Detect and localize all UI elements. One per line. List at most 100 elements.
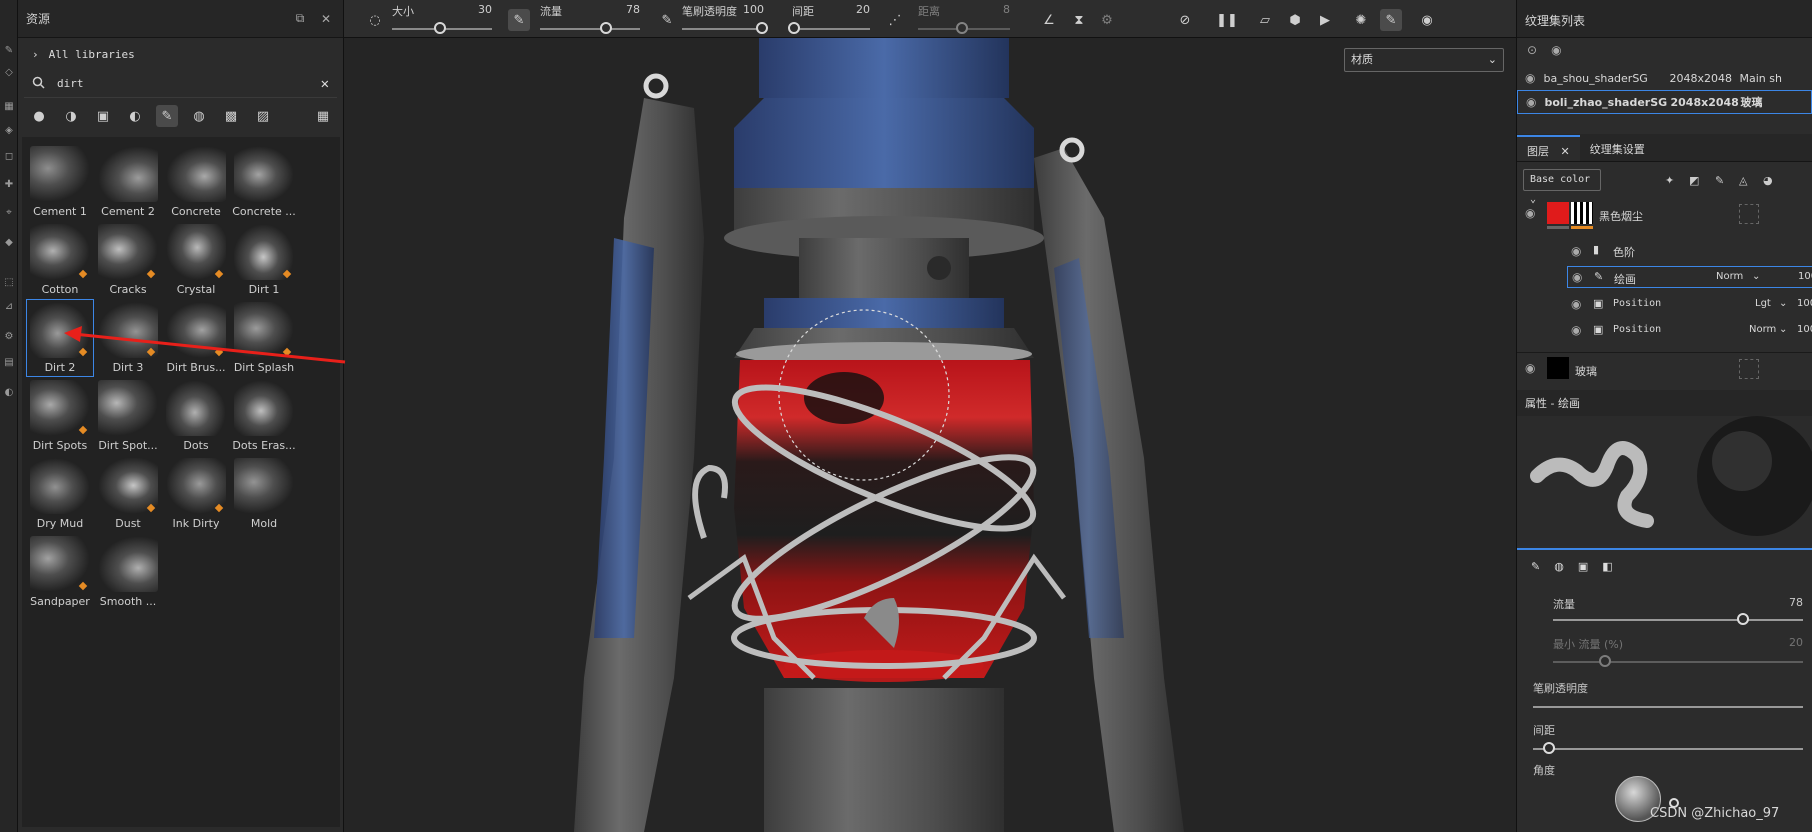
size-knob[interactable] [434, 22, 446, 34]
add-paint-layer-icon[interactable]: ✎ [1715, 174, 1724, 187]
misc-tool-icon[interactable]: ◐ [2, 386, 16, 400]
brush-item[interactable]: Cement 2 [94, 143, 162, 221]
eye-icon[interactable]: ◉ [1526, 95, 1536, 109]
brush-item[interactable]: Dirt Spot... [94, 377, 162, 455]
layer-opacity[interactable]: 100 [1797, 324, 1812, 335]
prop-min-flow-slider[interactable]: 最小 流量 (%) 20 [1553, 636, 1803, 667]
filter-texture-icon[interactable]: ▩ [220, 105, 242, 127]
texture-set-row[interactable]: ◉ ba_shou_shaderSG 2048x2048 Main sh [1517, 66, 1812, 90]
add-fill-layer-icon[interactable]: ◬ [1739, 174, 1747, 187]
brush-item[interactable]: Concrete ... [230, 143, 298, 221]
eye-icon[interactable]: ◉ [1551, 43, 1561, 57]
grid-view-icon[interactable]: ▦ [312, 105, 334, 127]
library-selector[interactable]: › All libraries [18, 38, 343, 70]
layer-opacity[interactable]: 100 [1797, 298, 1812, 309]
brush-item[interactable]: Dust [94, 455, 162, 533]
filter-environment-icon[interactable]: ▨ [252, 105, 274, 127]
pause-icon[interactable]: ❚❚ [1216, 9, 1238, 31]
tab-layers[interactable]: 图层 ✕ [1517, 135, 1580, 161]
video-camera-icon[interactable]: ▶ [1314, 9, 1336, 31]
prop-spacing-slider[interactable]: 间距 [1533, 722, 1803, 754]
clear-search-icon[interactable]: ✕ [321, 76, 329, 92]
symmetry-icon[interactable]: ⧗ [1068, 9, 1090, 31]
brush-item[interactable]: Crystal [162, 221, 230, 299]
bake-tool-icon[interactable]: ⚙ [2, 330, 16, 344]
smudge-tool-icon[interactable]: ◻ [2, 150, 16, 164]
lazy-mouse-icon[interactable]: ⋰ [884, 9, 906, 31]
screenshot-camera-icon[interactable]: ◉ [1416, 9, 1438, 31]
sublayer-visibility-icon[interactable]: ◉ [1571, 244, 1581, 258]
flow-knob[interactable] [600, 22, 612, 34]
camera-view-icon[interactable]: ▱ [1254, 9, 1276, 31]
flow-slider[interactable]: 流量 78 [540, 0, 640, 38]
brush-item[interactable]: Dry Mud [26, 455, 94, 533]
opacity-knob[interactable] [756, 22, 768, 34]
hide-ui-icon[interactable]: ⊘ [1174, 9, 1196, 31]
layer-opacity[interactable]: 100 [1798, 271, 1812, 282]
filter-smart-mask-icon[interactable]: ◐ [124, 105, 146, 127]
projection-tool-icon[interactable]: ▦ [2, 100, 16, 114]
brush-item[interactable]: Cement 1 [26, 143, 94, 221]
eye-icon[interactable]: ◉ [1525, 71, 1535, 85]
sublayer-position-1[interactable]: ◉ ▣ Position Lgt ⌄ 100 [1517, 294, 1812, 316]
eraser-tool-icon[interactable]: ◇ [2, 66, 16, 80]
iray-render-icon[interactable]: ✺ [1350, 9, 1372, 31]
spacing-slider[interactable]: 间距 20 [788, 0, 870, 38]
3d-viewport[interactable]: 材质 ⌄ [344, 38, 1516, 832]
search-bar[interactable]: dirt ✕ [24, 70, 337, 98]
magic-wand-icon[interactable]: ✦ [1665, 174, 1674, 187]
blend-mode[interactable]: Norm [1716, 271, 1743, 282]
prop-min-flow-knob[interactable] [1599, 655, 1611, 667]
add-effect-icon[interactable]: ◕ [1763, 174, 1773, 187]
cube-icon[interactable]: ⬢ [1284, 9, 1306, 31]
brush-tab-icon[interactable]: ✎ [1531, 560, 1540, 573]
close-tab-icon[interactable]: ✕ [1561, 145, 1570, 158]
filter-material-icon[interactable]: ● [28, 105, 50, 127]
close-icon[interactable]: ✕ [317, 12, 335, 26]
brush-item[interactable]: Dirt Spots [26, 377, 94, 455]
layer-visibility-icon[interactable]: ◉ [1525, 361, 1535, 375]
stencil-tab-icon[interactable]: ▣ [1578, 560, 1588, 573]
prop-opacity-slider[interactable]: 笔刷透明度 [1533, 680, 1803, 710]
size-slider[interactable]: 大小 30 [392, 0, 492, 38]
eye-settings-icon[interactable]: ⊙ [1527, 43, 1537, 57]
texture-set-row[interactable]: ◉ boli_zhao_shaderSG 2048x2048 玻璃 [1517, 90, 1812, 114]
undock-icon[interactable]: ⧉ [291, 11, 309, 26]
geometry-tool-icon[interactable]: ◈ [2, 124, 16, 138]
sublayer-position-2[interactable]: ◉ ▣ Position Norm ⌄ 100 [1517, 320, 1812, 342]
filter-brush-icon[interactable]: ✎ [156, 105, 178, 127]
sublayer-visibility-icon[interactable]: ◉ [1571, 323, 1581, 337]
angle-icon[interactable]: ∠ [1038, 9, 1060, 31]
brush-item[interactable]: Dots Eras... [230, 377, 298, 455]
material-tab-icon[interactable]: ◧ [1602, 560, 1612, 573]
prop-flow-knob[interactable] [1737, 613, 1749, 625]
prop-spacing-knob[interactable] [1543, 742, 1555, 754]
brush-item[interactable]: Concrete [162, 143, 230, 221]
opacity-slider[interactable]: 笔刷透明度 100 [682, 0, 768, 38]
blend-mode[interactable]: Norm [1749, 324, 1776, 335]
paint-tool-icon[interactable]: ✎ [2, 44, 16, 58]
material-mode-select[interactable]: 材质 ⌄ [1344, 48, 1504, 72]
clone-tool-icon[interactable]: ✚ [2, 178, 16, 192]
prop-flow-slider[interactable]: 流量 78 [1553, 596, 1803, 625]
brush-item[interactable]: Sandpaper [26, 533, 94, 611]
select-tool-icon[interactable]: ⬚ [2, 276, 16, 290]
opacity-pen-icon[interactable]: ✎ [656, 9, 678, 31]
sublayer-visibility-icon[interactable]: ◉ [1572, 270, 1582, 284]
tab-texture-set-settings[interactable]: 纹理集设置 [1580, 135, 1655, 161]
spacing-knob[interactable] [788, 22, 800, 34]
add-mask-icon[interactable]: ◩ [1689, 174, 1699, 187]
brush-item[interactable]: Dirt 1 [230, 221, 298, 299]
brush-item[interactable]: Smooth ... [94, 533, 162, 611]
symmetry-options-icon[interactable]: ⚙ [1096, 9, 1118, 31]
layer-group[interactable]: ◉ 黑色烟尘 [1517, 198, 1812, 232]
sublayer-visibility-icon[interactable]: ◉ [1571, 297, 1581, 311]
layer-visibility-icon[interactable]: ◉ [1525, 206, 1535, 220]
brush-item[interactable]: Dots [162, 377, 230, 455]
search-input[interactable]: dirt [45, 77, 321, 90]
sublayer-paint[interactable]: ◉ ✎ 绘画 Norm ⌄ 100 [1567, 266, 1812, 288]
blend-mode[interactable]: Lgt [1755, 298, 1771, 309]
brush-item[interactable]: Ink Dirty [162, 455, 230, 533]
filter-smart-material-icon[interactable]: ◑ [60, 105, 82, 127]
sublayer-levels[interactable]: ◉ ▮ 色阶 [1517, 240, 1812, 262]
